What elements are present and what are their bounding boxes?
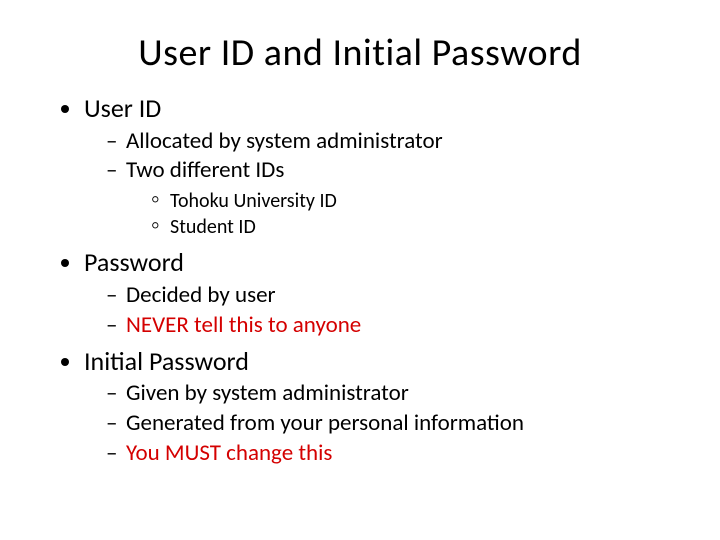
sub-list: Given by system administrator Generated … — [84, 379, 670, 469]
sub-list: Allocated by system administrator Two di… — [84, 127, 670, 241]
section-initial-password: Initial Password Given by system adminis… — [84, 345, 670, 469]
item-text: Decided by user — [126, 281, 276, 309]
section-heading: Password — [84, 246, 184, 278]
list-item: Two different IDs Tohoku University ID S… — [106, 156, 670, 240]
slide-title: User ID and Initial Password — [50, 30, 670, 76]
list-item: Student ID — [152, 214, 670, 240]
item-text: Generated from your personal information — [126, 409, 524, 437]
section-heading: User ID — [84, 92, 161, 124]
slide: User ID and Initial Password User ID All… — [0, 0, 720, 540]
item-text-emphasis: You MUST change this — [126, 439, 332, 467]
section-password: Password Decided by user NEVER tell this… — [84, 246, 670, 340]
list-item: Tohoku University ID — [152, 188, 670, 214]
section-heading: Initial Password — [84, 345, 249, 377]
item-text: Given by system administrator — [126, 379, 409, 407]
bullet-list: User ID Allocated by system administrato… — [50, 92, 670, 469]
item-text-emphasis: NEVER tell this to anyone — [126, 311, 361, 339]
list-item: NEVER tell this to anyone — [106, 311, 670, 341]
list-item: Decided by user — [106, 281, 670, 311]
subsub-list: Tohoku University ID Student ID — [126, 188, 670, 240]
item-text: Student ID — [170, 215, 256, 239]
list-item: Allocated by system administrator — [106, 127, 670, 157]
sub-list: Decided by user NEVER tell this to anyon… — [84, 281, 670, 341]
list-item: Generated from your personal information — [106, 409, 670, 439]
section-user-id: User ID Allocated by system administrato… — [84, 92, 670, 240]
item-text: Tohoku University ID — [170, 189, 337, 213]
item-text: Allocated by system administrator — [126, 127, 443, 155]
list-item: Given by system administrator — [106, 379, 670, 409]
item-text: Two different IDs — [126, 156, 284, 184]
list-item: You MUST change this — [106, 439, 670, 469]
